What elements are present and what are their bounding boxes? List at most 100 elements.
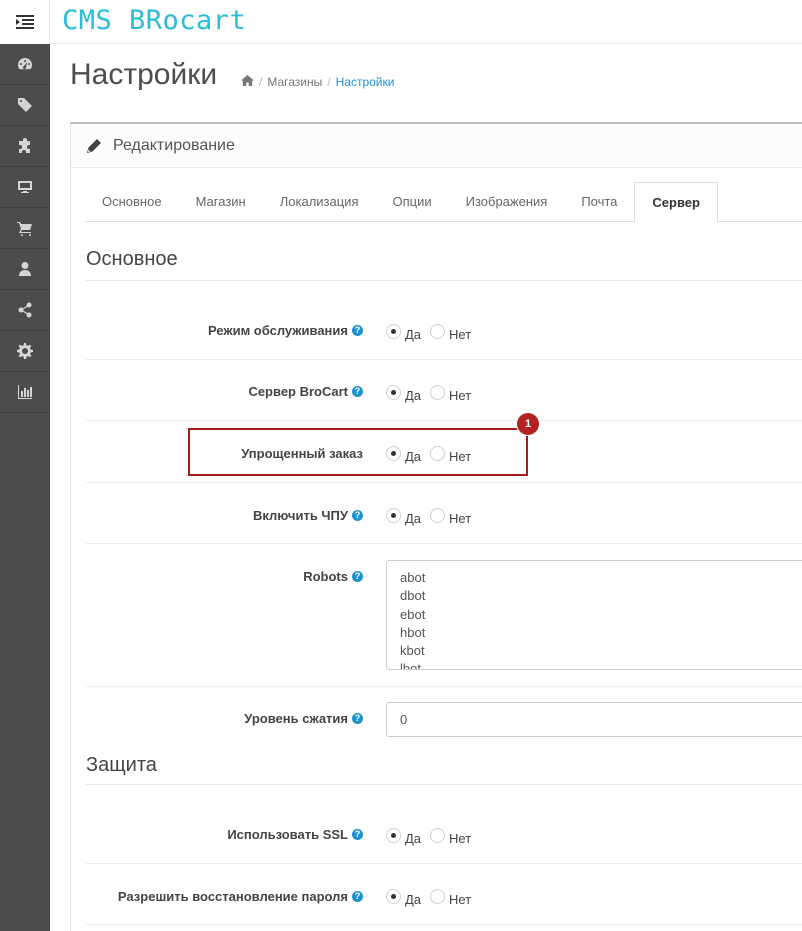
row-divider (86, 924, 802, 925)
ssl-radio-yes[interactable]: Да (386, 823, 421, 846)
breadcrumb: / Магазины / Настройки (241, 75, 394, 89)
row-divider (86, 863, 802, 864)
annotation-marker: 1 (517, 413, 539, 435)
section-divider (86, 280, 802, 281)
password-reset-radio-group: Да Нет (386, 884, 480, 907)
radio-unchecked-icon (430, 385, 446, 400)
sidebar-item-design[interactable] (0, 167, 50, 208)
tab-server[interactable]: Сервер (634, 182, 718, 223)
radio-checked-icon (386, 828, 401, 843)
maintenance-radio-yes[interactable]: Да (386, 319, 421, 342)
seo-url-label-text: Включить ЧПУ (253, 508, 348, 523)
radio-unchecked-icon (430, 508, 446, 523)
logo[interactable]: CMS BRocart (62, 4, 246, 38)
user-icon (19, 262, 31, 276)
sidebar-item-sales[interactable] (0, 208, 50, 249)
row-divider (86, 482, 802, 483)
help-icon[interactable]: ? (352, 891, 363, 902)
radio-label-yes: Да (405, 831, 422, 846)
ssl-radio-no[interactable]: Нет (430, 823, 471, 846)
panel-title: Редактирование (113, 136, 235, 154)
row-divider (86, 686, 802, 687)
settings-tabs: Основное Магазин Локализация Опции Изобр… (85, 182, 802, 223)
radio-label-no: Нет (449, 831, 472, 846)
tab-images[interactable]: Изображения (449, 182, 565, 222)
tab-options[interactable]: Опции (375, 182, 448, 222)
tab-store[interactable]: Магазин (179, 182, 263, 222)
sidebar (0, 44, 50, 931)
sidebar-item-dashboard[interactable] (0, 44, 50, 85)
breadcrumb-item-stores[interactable]: Магазины (267, 75, 322, 89)
seo-url-radio-no[interactable]: Нет (430, 503, 471, 526)
home-icon (241, 75, 254, 86)
breadcrumb-separator: / (259, 75, 263, 89)
maintenance-radio-no[interactable]: Нет (430, 319, 471, 342)
gear-icon (17, 343, 33, 359)
radio-checked-icon (386, 385, 401, 400)
radio-checked-icon (386, 324, 401, 339)
robots-line: kbot (400, 643, 425, 659)
help-icon[interactable]: ? (352, 325, 363, 336)
maintenance-label-text: Режим обслуживания (207, 323, 348, 338)
radio-unchecked-icon (430, 889, 446, 904)
radio-label-yes: Да (405, 388, 422, 403)
dashboard-icon (18, 58, 32, 70)
sidebar-item-extensions[interactable] (0, 126, 50, 167)
server-label-text: Сервер BroCart (248, 384, 348, 399)
breadcrumb-home-link[interactable] (241, 75, 254, 89)
cart-icon (17, 222, 32, 236)
help-icon[interactable]: ? (352, 386, 363, 397)
sidebar-item-customers[interactable] (0, 249, 50, 290)
sidebar-item-marketing[interactable] (0, 290, 50, 331)
help-icon[interactable]: ? (352, 713, 363, 724)
radio-label-no: Нет (449, 327, 472, 342)
section-title-security: Защита (86, 754, 157, 776)
robots-label-text: Robots (303, 569, 348, 584)
robots-line: abot (400, 570, 426, 585)
help-icon[interactable]: ? (352, 510, 363, 521)
sidebar-item-reports[interactable] (0, 372, 50, 413)
password-reset-radio-no[interactable]: Нет (430, 884, 471, 907)
help-icon[interactable]: ? (352, 829, 363, 840)
server-label: Сервер BroCart ? (248, 384, 363, 399)
password-reset-radio-yes[interactable]: Да (386, 884, 421, 907)
tab-localization[interactable]: Локализация (263, 182, 376, 222)
seo-url-radio-group: Да Нет (386, 503, 480, 526)
robots-line: hbot (400, 624, 426, 640)
help-icon[interactable]: ? (352, 571, 363, 582)
password-reset-label: Разрешить восстановление пароля ? (118, 889, 363, 904)
tab-mail[interactable]: Почта (564, 182, 634, 222)
radio-unchecked-icon (430, 324, 446, 339)
maintenance-radio-group: Да Нет (386, 319, 480, 342)
sidebar-item-catalog[interactable] (0, 85, 50, 126)
menu-toggle-button[interactable] (0, 0, 50, 44)
server-radio-group: Да Нет (386, 380, 480, 403)
compression-label-text: Уровень сжатия (244, 711, 348, 726)
desktop-icon (18, 181, 32, 193)
ssl-radio-group: Да Нет (386, 823, 480, 846)
tag-icon (18, 98, 32, 112)
maintenance-label: Режим обслуживания ? (208, 323, 363, 338)
radio-checked-icon (386, 508, 401, 523)
radio-label-yes: Да (405, 892, 422, 907)
ssl-label: Использовать SSL ? (227, 827, 363, 842)
tab-general[interactable]: Основное (85, 182, 179, 222)
compression-input[interactable]: 0 (386, 702, 802, 737)
row-divider (86, 359, 802, 360)
compression-label: Уровень сжатия ? (244, 711, 363, 726)
server-radio-yes[interactable]: Да (386, 380, 421, 403)
seo-url-radio-yes[interactable]: Да (386, 503, 421, 526)
radio-label-yes: Да (405, 327, 422, 342)
robots-line: dbot (400, 588, 426, 604)
menu-indent-icon (15, 15, 34, 29)
breadcrumb-separator: / (327, 75, 331, 89)
sidebar-item-system[interactable] (0, 331, 50, 372)
radio-label-no: Нет (449, 511, 472, 526)
server-radio-no[interactable]: Нет (430, 380, 471, 403)
robots-line: ebot (400, 606, 426, 622)
breadcrumb-item-settings[interactable]: Настройки (336, 75, 395, 89)
seo-url-label: Включить ЧПУ ? (253, 508, 363, 523)
annotation-highlight-box (188, 428, 528, 476)
robots-textarea[interactable]: abot dbot ebot hbot kbot lbot (386, 560, 802, 670)
section-title-general: Основное (86, 248, 178, 270)
